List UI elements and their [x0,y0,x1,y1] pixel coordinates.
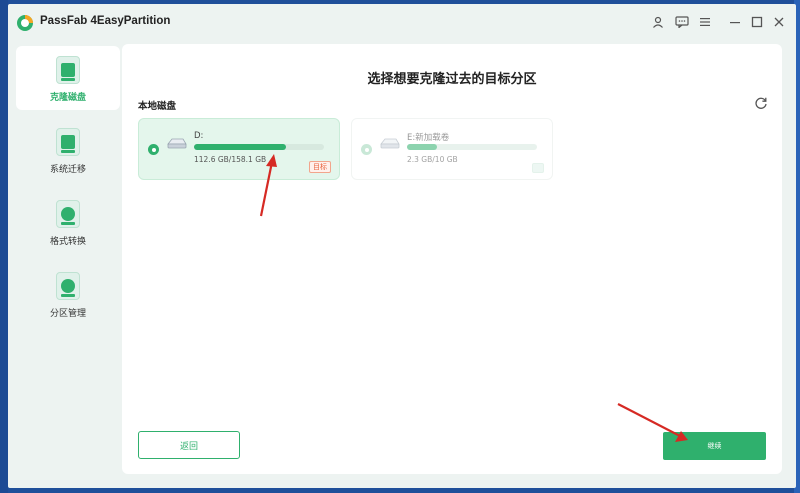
app-logo-icon [17,15,33,31]
target-badge: 目标 [309,161,331,173]
menu-icon[interactable] [696,13,714,31]
user-icon[interactable] [649,13,667,31]
main-panel: 选择想要克隆过去的目标分区 本地磁盘 D: 112.6 GB/158.1 GB … [122,44,782,474]
sidebar: 克隆磁盘 系统迁移 格式转换 分区管理 [16,44,120,484]
partition-size: 2.3 GB/10 GB [407,155,458,164]
format-convert-icon [56,200,80,228]
radio-selected[interactable] [148,144,159,155]
partition-name: D: [194,131,204,141]
sidebar-item-system-migrate[interactable]: 系统迁移 [16,118,120,182]
radio-unselected[interactable] [361,144,372,155]
sidebar-item-label: 分区管理 [49,309,86,319]
start-button[interactable]: 继续 [663,432,766,460]
minimize-icon[interactable] [726,13,744,31]
sidebar-item-partition-manage[interactable]: 分区管理 [16,262,120,326]
drive-icon [380,138,400,149]
system-migrate-icon [56,128,80,156]
refresh-icon[interactable] [754,96,768,110]
maximize-icon[interactable] [748,13,766,31]
desktop-edge-left [0,0,8,493]
back-button[interactable]: 返回 [138,431,240,459]
titlebar: PassFab 4EasyPartition [8,4,796,40]
section-label-local-disk: 本地磁盘 [138,101,177,112]
sidebar-item-label: 克隆磁盘 [49,93,86,103]
page-title: 选择想要克隆过去的目标分区 [367,72,537,87]
usage-bar [194,144,324,150]
usage-bar-fill [407,144,437,150]
sidebar-item-label: 格式转换 [49,237,86,247]
partition-type-badge [532,163,544,173]
clone-disk-icon [56,56,80,84]
partition-card-d[interactable]: D: 112.6 GB/158.1 GB 目标 [138,118,340,180]
usage-bar-fill [194,144,287,150]
sidebar-item-label: 系统迁移 [49,165,86,175]
partition-name: E:新加载卷 [407,133,450,143]
sidebar-item-clone-disk[interactable]: 克隆磁盘 [16,46,120,110]
drive-icon [167,138,187,149]
app-title: PassFab 4EasyPartition [40,15,171,27]
partition-card-e[interactable]: E:新加载卷 2.3 GB/10 GB [351,118,553,180]
partition-size: 112.6 GB/158.1 GB [194,155,267,164]
partition-manage-icon [56,272,80,300]
close-icon[interactable] [770,13,788,31]
feedback-icon[interactable] [673,13,691,31]
app-window: PassFab 4EasyPartition 克隆磁盘 系统迁移 格式转换 分区… [8,4,796,488]
sidebar-item-format-convert[interactable]: 格式转换 [16,190,120,254]
usage-bar [407,144,537,150]
